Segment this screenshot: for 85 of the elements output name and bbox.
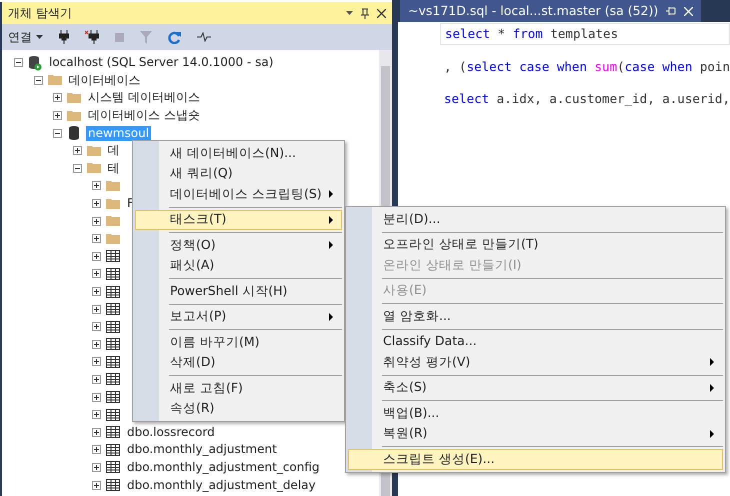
pin-icon[interactable] bbox=[361, 8, 369, 18]
expand-icon[interactable] bbox=[92, 287, 101, 296]
tree-item[interactable]: localhost (SQL Server 14.0.1000 - sa) bbox=[47, 55, 276, 70]
menu-item[interactable]: PowerShell 시작(H) bbox=[135, 281, 342, 302]
tree-item[interactable]: dbo.monthly_adjustment_delay bbox=[125, 478, 318, 493]
table-icon bbox=[105, 371, 121, 388]
menu-item[interactable]: 속성(R) bbox=[135, 398, 342, 419]
expand-icon[interactable] bbox=[53, 93, 62, 102]
expand-icon[interactable] bbox=[92, 392, 101, 402]
expand-icon[interactable] bbox=[92, 199, 101, 208]
expand-icon[interactable] bbox=[92, 234, 101, 244]
close-icon[interactable] bbox=[377, 8, 386, 18]
panel-title: 개체 탐색기 bbox=[8, 5, 72, 22]
table-icon bbox=[105, 406, 121, 423]
collapse-icon[interactable] bbox=[72, 164, 82, 173]
tree-item[interactable]: 테 bbox=[106, 160, 122, 176]
collapse-icon[interactable] bbox=[53, 128, 62, 138]
menu-item[interactable]: 정책(O) bbox=[135, 235, 342, 256]
server-icon bbox=[27, 54, 43, 71]
menu-item[interactable]: 복원(R) bbox=[348, 424, 723, 444]
menu-item[interactable]: 오프라인 상태로 만들기(T) bbox=[348, 234, 723, 255]
expand-icon[interactable] bbox=[92, 428, 101, 437]
table-icon bbox=[105, 301, 121, 318]
menu-item[interactable]: 보고서(P) bbox=[135, 306, 342, 327]
table-icon bbox=[105, 248, 121, 264]
tree-item[interactable]: 데이터베이스 bbox=[66, 72, 142, 88]
expand-icon[interactable] bbox=[92, 445, 101, 454]
table-icon bbox=[105, 318, 121, 335]
menu-item[interactable]: 패싯(A) bbox=[135, 256, 342, 276]
tree-item[interactable]: 시스템 데이터베이스 bbox=[86, 90, 202, 106]
disconnect-icon[interactable] bbox=[85, 30, 99, 44]
menu-item[interactable]: 데이터베이스 스크립팅(S) bbox=[135, 184, 342, 204]
menu-item[interactable]: 취약성 평가(V) bbox=[348, 352, 723, 372]
database-icon bbox=[66, 125, 82, 142]
menu-item[interactable]: Classify Data... bbox=[348, 332, 723, 352]
tree-item[interactable]: dbo.lossrecord bbox=[125, 424, 217, 440]
expand-icon[interactable] bbox=[92, 374, 101, 384]
tree-item[interactable]: dbo.monthly_adjustment bbox=[125, 442, 279, 458]
table-icon bbox=[105, 459, 121, 476]
caret-icon[interactable] bbox=[36, 35, 43, 39]
expand-icon[interactable] bbox=[53, 111, 62, 120]
expand-icon[interactable] bbox=[92, 181, 101, 190]
collapse-icon[interactable] bbox=[14, 58, 23, 68]
expand-icon[interactable] bbox=[92, 322, 101, 332]
expand-icon[interactable] bbox=[92, 340, 101, 349]
table-icon bbox=[105, 442, 121, 458]
expand-icon[interactable] bbox=[92, 357, 101, 366]
table-icon bbox=[105, 336, 121, 352]
table-icon bbox=[105, 424, 121, 440]
menu-item[interactable]: 새 쿼리(Q) bbox=[135, 164, 342, 184]
plug-icon[interactable] bbox=[59, 30, 69, 44]
expand-icon[interactable] bbox=[92, 269, 101, 278]
table-icon bbox=[105, 284, 121, 300]
menu-item[interactable]: 분리(D)... bbox=[348, 209, 723, 230]
code-line: select a.idx, a.customer_id, a.userid, bbox=[444, 91, 730, 106]
menu-item[interactable]: 삭제(D) bbox=[135, 352, 342, 373]
code-line: select * from templates bbox=[445, 26, 618, 41]
menu-item[interactable]: 태스크(T) bbox=[135, 210, 342, 230]
menu-item[interactable]: 백업(B)... bbox=[348, 403, 723, 424]
expand-icon[interactable] bbox=[92, 410, 101, 420]
refresh-icon[interactable] bbox=[168, 30, 181, 44]
expand-icon[interactable] bbox=[92, 480, 101, 490]
table-icon bbox=[105, 354, 121, 370]
tree-item[interactable]: dbo.monthly_adjustment_config bbox=[125, 460, 322, 475]
expand-icon[interactable] bbox=[92, 252, 101, 261]
expand-icon[interactable] bbox=[92, 216, 101, 226]
connect-dropdown[interactable]: 연결 bbox=[8, 28, 43, 46]
menu-item[interactable]: 이름 바꾸기(M) bbox=[135, 332, 342, 352]
expand-icon[interactable] bbox=[72, 146, 82, 156]
collapse-icon[interactable] bbox=[34, 76, 42, 85]
menu-item[interactable]: 새로 고침(F) bbox=[135, 378, 342, 398]
table-icon bbox=[105, 477, 121, 494]
menu-item[interactable]: 새 데이터베이스(N)... bbox=[135, 143, 342, 164]
menu-item[interactable]: 열 암호화... bbox=[348, 306, 723, 326]
tree-item[interactable]: 데 bbox=[106, 143, 122, 158]
table-icon bbox=[105, 266, 121, 282]
activity-icon[interactable] bbox=[197, 32, 211, 42]
tree-item[interactable]: 데이터베이스 스냅숏 bbox=[86, 108, 202, 124]
expand-icon[interactable] bbox=[92, 304, 101, 314]
dropdown-icon[interactable] bbox=[346, 11, 353, 15]
menu-item[interactable]: 축소(S) bbox=[348, 378, 723, 398]
menu-item[interactable]: 스크립트 생성(E)... bbox=[348, 449, 723, 470]
code-line: , (select case when sum(case when poin bbox=[444, 59, 730, 74]
expand-icon[interactable] bbox=[92, 462, 101, 472]
table-icon bbox=[105, 389, 121, 406]
